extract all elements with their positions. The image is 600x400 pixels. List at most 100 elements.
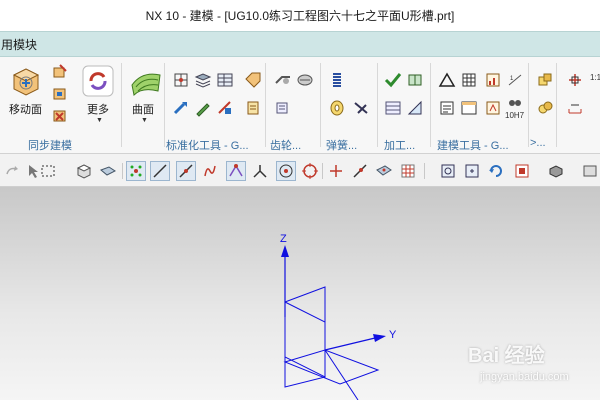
more-icon[interactable] [80, 63, 116, 99]
measure-icon[interactable] [566, 99, 584, 117]
tool-edit-icon[interactable] [194, 99, 212, 117]
redo-icon[interactable] [2, 161, 22, 181]
table-icon[interactable] [216, 71, 234, 89]
assembly-alt-icon[interactable] [536, 99, 554, 117]
orient-view-icon[interactable] [512, 161, 532, 181]
z-axis-arrow-icon [281, 245, 289, 257]
endpoint-snap-icon[interactable] [176, 161, 196, 181]
background-icon[interactable] [580, 161, 600, 181]
gear-shaft-icon[interactable] [274, 71, 292, 89]
midpoint-snap-icon[interactable] [226, 161, 246, 181]
selection-toolbar [0, 154, 600, 187]
z-axis-label: Z [280, 233, 287, 245]
render-style-icon[interactable] [546, 161, 566, 181]
more-label[interactable]: 更多 [87, 101, 109, 117]
baidu-watermark: Bai 经验 [468, 345, 545, 367]
grid-snap-icon[interactable] [398, 161, 418, 181]
zoom-icon[interactable] [462, 161, 482, 181]
chart-icon[interactable] [484, 71, 502, 89]
group-divider [265, 63, 266, 147]
check-icon[interactable] [384, 71, 402, 89]
tool-arrow-icon[interactable] [172, 99, 190, 117]
tolerance-badge: 10H7 [505, 111, 525, 120]
fit-view-icon[interactable] [438, 161, 458, 181]
group-label-spring: 弹簧... [326, 140, 358, 152]
snap-points-icon[interactable] [126, 161, 146, 181]
quadrant-snap-icon[interactable] [300, 161, 320, 181]
group-label-modeling-tools: 建模工具 - G... [437, 140, 509, 152]
move-face-icon[interactable] [8, 63, 44, 99]
baidu-watermark-url: jingyan.baidu.com [480, 371, 569, 383]
tool-transform-icon[interactable] [216, 99, 234, 117]
group-divider [556, 63, 557, 147]
mesh-icon[interactable] [172, 71, 190, 89]
y-axis-label: Y [389, 329, 397, 341]
gear-spur-icon[interactable] [296, 71, 314, 89]
surface-label[interactable]: 曲面 [132, 101, 154, 117]
toolbar-divider [322, 163, 323, 179]
note-icon[interactable] [438, 99, 456, 117]
point-on-curve-icon[interactable] [350, 161, 370, 181]
machining-table-icon[interactable] [384, 99, 402, 117]
group-label-overflow[interactable]: >... [530, 137, 546, 149]
replace-face-icon[interactable] [51, 85, 69, 103]
group-divider [164, 63, 165, 147]
y-axis-line [324, 337, 376, 351]
datum-plane-yz [284, 301, 326, 378]
gear-list-icon[interactable] [274, 99, 292, 117]
group-divider [121, 63, 122, 147]
solid-body-icon[interactable] [74, 161, 94, 181]
rectangle-select-icon[interactable] [38, 161, 58, 181]
tag-icon[interactable] [244, 71, 262, 89]
ribbon: 移动面 更多 ▼ 同步建模 曲面 ▼ 标准化工具 - G... 齿轮... 弹簧… [0, 57, 600, 154]
group-label-machining: 加工... [384, 140, 416, 152]
module-bar: 用模块 [0, 31, 600, 57]
window-title: NX 10 - 建模 - [UG10.0练习工程图六十七之平面U形槽.prt] [0, 0, 600, 31]
group-divider [528, 63, 529, 147]
scale-badge: 1:1 [590, 73, 600, 82]
toolbar-divider [122, 163, 123, 179]
existing-point-icon[interactable] [326, 161, 346, 181]
symbol-icon[interactable] [484, 99, 502, 117]
surface-icon[interactable] [128, 63, 164, 99]
spring-coil-icon[interactable] [328, 71, 346, 89]
center-snap-icon[interactable] [276, 161, 296, 181]
grid-icon[interactable] [460, 71, 478, 89]
pull-face-icon[interactable] [51, 63, 69, 81]
assembly-icon[interactable] [536, 71, 554, 89]
datum-plane-xz [284, 286, 326, 388]
dimension-icon[interactable]: 1 [506, 71, 524, 89]
datum-csys[interactable]: Z Y [0, 187, 600, 400]
curve-snap-icon[interactable] [200, 161, 220, 181]
group-divider [320, 63, 321, 147]
delete-face-icon[interactable] [51, 107, 69, 125]
fastener-icon[interactable] [244, 99, 262, 117]
datum-plane-xy [283, 349, 380, 385]
spring-disc-icon[interactable] [328, 99, 346, 117]
line-snap-icon[interactable] [150, 161, 170, 181]
section-icon[interactable] [566, 71, 584, 89]
y-axis-arrow-icon [373, 334, 386, 342]
point-on-face-icon[interactable] [374, 161, 394, 181]
triangle-icon[interactable] [438, 71, 456, 89]
toolbar-divider [424, 163, 425, 179]
machining-feature-icon[interactable] [406, 71, 424, 89]
spring-tool-icon[interactable] [352, 99, 370, 117]
chevron-down-icon[interactable]: ▼ [96, 117, 103, 124]
group-label-standard-tools: 标准化工具 - G... [166, 140, 249, 152]
rotate-icon[interactable] [486, 161, 506, 181]
move-face-label[interactable]: 移动面 [9, 101, 42, 117]
layers-icon[interactable] [194, 71, 212, 89]
intersection-snap-icon[interactable] [250, 161, 270, 181]
graphics-viewport[interactable]: Z Y Bai 经验 jingyan.baidu.com [0, 187, 600, 400]
group-label-gear: 齿轮... [270, 140, 302, 152]
sheet-body-icon[interactable] [98, 161, 118, 181]
group-divider [430, 63, 431, 147]
drawing-table-icon[interactable] [460, 99, 478, 117]
x-axis-line [324, 349, 359, 400]
module-bar-label[interactable]: 用模块 [1, 36, 37, 53]
machining-cut-icon[interactable] [406, 99, 424, 117]
group-label-sync-modeling: 同步建模 [28, 140, 72, 152]
chevron-down-icon[interactable]: ▼ [141, 117, 148, 124]
group-divider [377, 63, 378, 147]
